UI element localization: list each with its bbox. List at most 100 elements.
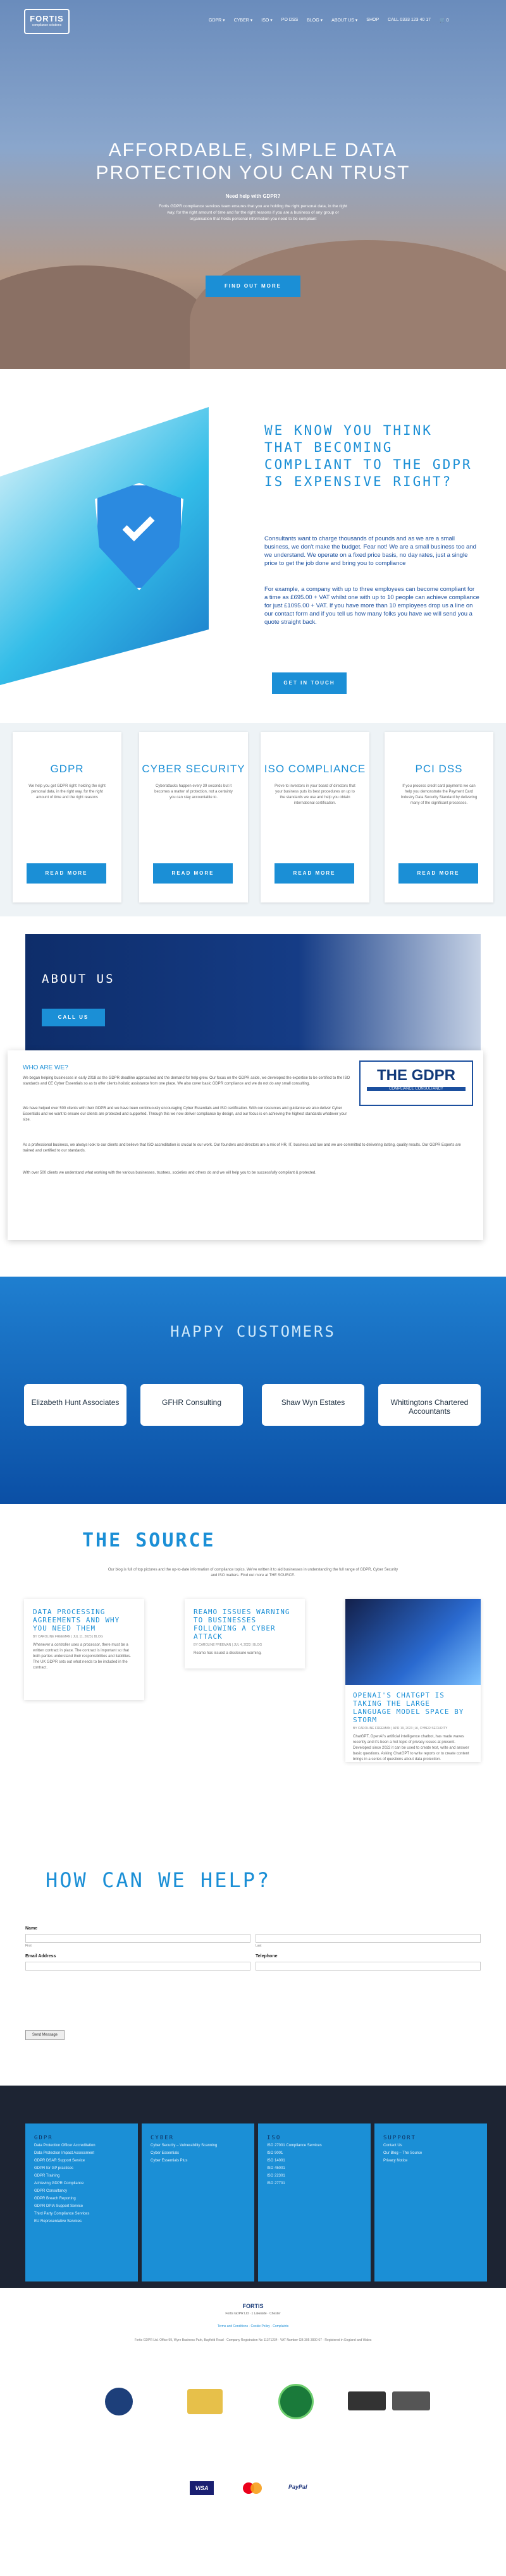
nav-item-pcidss[interactable]: PO DSS [281,18,298,23]
footer-link[interactable]: Third Party Compliance Services [34,2211,129,2217]
name-label: Name [25,1926,38,1931]
hero-help: Need help with GDPR? [225,193,281,199]
cart-icon[interactable]: 🛒 0 [440,18,449,23]
service-card: ISO COMPLIANCE Prove to investors in your… [261,732,369,902]
footer-link[interactable]: Cyber Essentials [151,2150,245,2156]
last-name-input[interactable] [256,1934,481,1943]
post-title[interactable]: DATA PROCESSING AGREEMENTS AND WHY YOU N… [33,1608,135,1632]
footer-links[interactable]: Terms and Conditions · Cookie Policy · C… [158,2324,348,2328]
blog-post[interactable]: DATA PROCESSING AGREEMENTS AND WHY YOU N… [24,1599,144,1700]
footer: GDPR Data Protection Officer Accreditati… [0,2086,506,2288]
footer-link[interactable]: Privacy Notice [383,2158,478,2164]
bottom-bar: FORTIS Fortis GDPR Ltd · 1 Lakeside · Ch… [0,2288,506,2576]
footer-link[interactable]: ISO 9001 [267,2150,362,2156]
footer-link[interactable]: GDPR Training [34,2173,129,2179]
card-text: If you process credit card payments we c… [400,784,478,805]
send-message-button[interactable]: Send Message [25,2030,65,2040]
customer-logo: GFHR Consulting [140,1384,243,1426]
footer-link[interactable]: Data Protection Officer Accreditation [34,2142,129,2149]
footer-link[interactable]: Cyber Security – Vulnerability Scanning [151,2142,245,2149]
about-text-4: With over 500 clients we understand what… [23,1171,316,1175]
footer-link[interactable]: Data Protection Impact Assessment [34,2150,129,2156]
nav-item-iso[interactable]: ISO ▾ [261,18,273,23]
footer-link[interactable]: GDPR DPIA Support Service [34,2203,129,2209]
footer-heading: CYBER [151,2135,175,2141]
read-more-button[interactable]: READ MORE [398,863,478,884]
footer-link[interactable]: EU Representative Services [34,2218,129,2225]
contact-section: HOW CAN WE HELP? Name First Last Email A… [0,1845,506,2086]
customers-title: HAPPY CUSTOMERS [170,1323,336,1340]
hero-title: AFFORDABLE, SIMPLE DATA PROTECTION YOU C… [96,140,410,183]
intro-text-2: For example, a company with up to three … [264,586,479,626]
footer-link[interactable]: ISO 14001 [267,2158,362,2164]
post-title[interactable]: OPENAI'S CHATGPT IS TAKING THE LARGE LAN… [353,1691,473,1724]
source-title: THE SOURCE [82,1529,216,1552]
intro-title: WE KNOW YOU THINK THAT BECOMING COMPLIAN… [264,423,472,489]
card-text: Prove to investors in your board of dire… [275,784,355,805]
card-title: PCI DSS [415,763,463,775]
footer-column-cyber: CYBER Cyber Security – Vulnerability Sca… [142,2123,254,2281]
telephone-input[interactable] [256,1962,481,1971]
logo[interactable]: FORTIS compliance solutions [24,9,70,34]
footer-link[interactable]: GDPR DSAR Support Service [34,2158,129,2164]
hero-section: FORTIS compliance solutions GDPR ▾ CYBER … [0,0,506,369]
blog-post[interactable]: OPENAI'S CHATGPT IS TAKING THE LARGE LAN… [345,1599,481,1762]
footer-link[interactable]: ISO 27001 Compliance Services [267,2142,362,2149]
telephone-label: Telephone [256,1954,278,1959]
footer-column-iso: ISO ISO 27001 Compliance Services ISO 900… [258,2123,371,2281]
certification-badge [392,2391,430,2410]
certification-badge [278,2384,314,2419]
badge-subtitle: COMPLIANCE CONSULTANCY [367,1087,466,1091]
nav-item-shop[interactable]: SHOP [366,18,379,23]
mastercard-icon [240,2481,266,2495]
first-name-input[interactable] [25,1934,250,1943]
blog-section: THE SOURCE Our blog is full of top pictu… [0,1504,506,1845]
card-text: Cyberattacks happen every 39 seconds but… [154,784,233,799]
footer-link[interactable]: ISO 27701 [267,2180,362,2187]
footer-link[interactable]: Contact Us [383,2142,478,2149]
service-card: CYBER SECURITY Cyberattacks happen every … [139,732,248,902]
page: FORTIS compliance solutions GDPR ▾ CYBER … [0,0,506,2576]
blog-post[interactable]: REAMO ISSUES WARNING TO BUSINESSES FOLLO… [185,1599,305,1668]
services-section: GDPR We help you get GDPR right: holding … [0,723,506,916]
get-in-touch-button[interactable]: GET IN TOUCH [272,672,347,694]
footer-link[interactable]: ISO 45001 [267,2165,362,2172]
read-more-button[interactable]: READ MORE [27,863,106,884]
checkmark-icon [122,509,155,542]
footer-link[interactable]: ISO 22301 [267,2173,362,2179]
find-out-more-button[interactable]: FIND OUT MORE [206,276,300,297]
nav-item-cyber[interactable]: CYBER ▾ [234,18,253,23]
customer-logo: Elizabeth Hunt Associates [24,1384,126,1426]
footer-link[interactable]: GDPR Breach Reporting [34,2196,129,2202]
nav-item-gdpr[interactable]: GDPR ▾ [209,18,225,23]
footer-legal: Fortis GDPR Ltd. Office 99, Wyre Busines… [134,2338,372,2342]
footer-link[interactable]: GDPR for GP practices [34,2165,129,2172]
post-image [345,1599,481,1685]
call-us-button[interactable]: CALL US [42,1009,105,1026]
card-title: GDPR [50,763,84,775]
read-more-button[interactable]: READ MORE [275,863,354,884]
email-input[interactable] [25,1962,250,1971]
footer-link[interactable]: Achieving GDPR Compliance [34,2180,129,2187]
footer-link[interactable]: Cyber Essentials Plus [151,2158,245,2164]
nav-item-blog[interactable]: BLOG ▾ [307,18,323,23]
about-title: ABOUT US [42,972,115,986]
hero-text: Fortis GDPR compliance services team ens… [159,204,347,221]
hero-rock [190,240,506,369]
card-title: ISO COMPLIANCE [264,763,366,775]
nav-item-phone[interactable]: CALL 0333 123 40 17 [388,18,431,23]
post-title[interactable]: REAMO ISSUES WARNING TO BUSINESSES FOLLO… [194,1608,296,1641]
read-more-button[interactable]: READ MORE [153,863,233,884]
customer-logo: Whittingtons Chartered Accountants [378,1384,481,1426]
about-section: ABOUT US CALL US WHO ARE WE? We began he… [0,916,506,1277]
post-excerpt: Reamo has issued a disclosure warning. [194,1651,262,1655]
footer-link[interactable]: Our Blog – The Source [383,2150,478,2156]
paypal-icon: PayPal [288,2484,307,2490]
about-text-2: We have helped over 500 clients with the… [23,1107,347,1122]
service-card: PCI DSS If you process credit card paymen… [385,732,493,902]
footer-link[interactable]: GDPR Consultancy [34,2188,129,2194]
certification-badge [348,2391,386,2410]
visa-icon: VISA [190,2481,214,2495]
footer-logo[interactable]: FORTIS [228,2303,278,2309]
nav-item-about[interactable]: ABOUT US ▾ [331,18,357,23]
